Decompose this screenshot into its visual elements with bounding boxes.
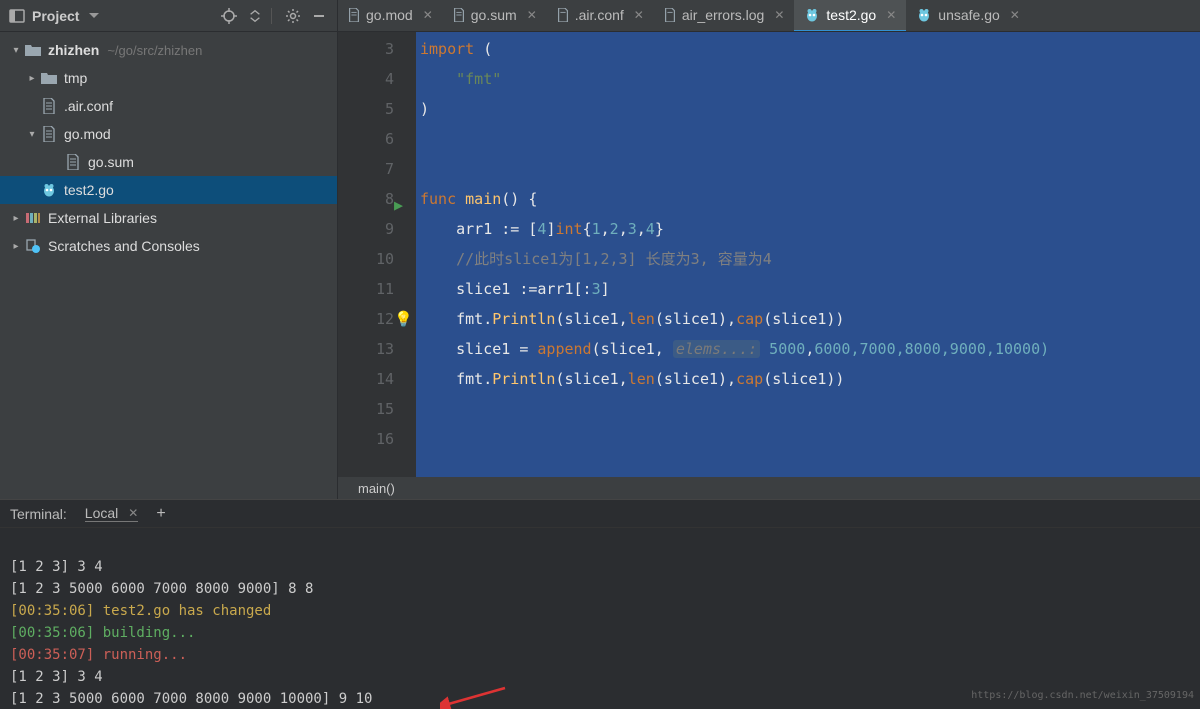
close-icon[interactable]: ✕ bbox=[128, 506, 138, 520]
tree-root[interactable]: ▾ zhizhen ~/go/src/zhizhen bbox=[0, 36, 337, 64]
chevron-right-icon[interactable]: ▸ bbox=[24, 73, 40, 84]
chevron-down-icon[interactable]: ▾ bbox=[8, 45, 24, 56]
code-editor[interactable]: 3 4 5 6 7 8▶ 9 10 11 12💡 13 14 15 16 imp… bbox=[338, 32, 1200, 477]
terminal-output[interactable]: [1 2 3] 3 4 [1 2 3 5000 6000 7000 8000 9… bbox=[0, 528, 1200, 709]
tab-go-mod[interactable]: go.mod✕ bbox=[338, 0, 443, 32]
file-icon bbox=[664, 8, 676, 22]
run-icon[interactable]: ▶ bbox=[394, 190, 403, 220]
close-icon[interactable]: ✕ bbox=[634, 8, 644, 22]
annotation-arrow-icon bbox=[440, 683, 510, 709]
tab-test2-go[interactable]: test2.go✕ bbox=[794, 0, 906, 32]
terminal-tab-local[interactable]: Local✕ bbox=[85, 505, 139, 522]
close-icon[interactable]: ✕ bbox=[886, 8, 896, 22]
tree-root-label: zhizhen bbox=[48, 42, 99, 58]
file-icon bbox=[453, 8, 465, 22]
tree-file-gomod[interactable]: ▾ go.mod bbox=[0, 120, 337, 148]
settings-icon[interactable] bbox=[283, 6, 303, 26]
code-content[interactable]: import ( "fmt") func main() { arr1 := [4… bbox=[416, 32, 1200, 477]
tree-file-gosum[interactable]: go.sum bbox=[0, 148, 337, 176]
sidebar-toolbar: Project bbox=[0, 0, 337, 32]
file-icon bbox=[557, 8, 569, 22]
tab-unsafe-go[interactable]: unsafe.go✕ bbox=[906, 0, 1030, 32]
locate-icon[interactable] bbox=[219, 6, 239, 26]
close-icon[interactable]: ✕ bbox=[527, 8, 537, 22]
lightbulb-icon[interactable]: 💡 bbox=[394, 304, 413, 334]
tree-external-libraries[interactable]: ▸ External Libraries bbox=[0, 204, 337, 232]
close-icon[interactable]: ✕ bbox=[1010, 8, 1020, 22]
tab-air-conf[interactable]: .air.conf✕ bbox=[547, 0, 654, 32]
project-tree: ▾ zhizhen ~/go/src/zhizhen ▸ tmp .air.co… bbox=[0, 32, 337, 499]
collapse-icon[interactable] bbox=[245, 6, 265, 26]
gopher-icon bbox=[916, 7, 932, 23]
terminal-panel: Terminal: Local✕ + [1 2 3] 3 4 [1 2 3 50… bbox=[0, 499, 1200, 709]
gutter: 3 4 5 6 7 8▶ 9 10 11 12💡 13 14 15 16 bbox=[338, 32, 416, 477]
close-icon[interactable]: ✕ bbox=[774, 8, 784, 22]
editor-area: go.mod✕ go.sum✕ .air.conf✕ air_errors.lo… bbox=[338, 0, 1200, 499]
chevron-down-icon[interactable]: ▾ bbox=[24, 129, 40, 140]
close-icon[interactable]: ✕ bbox=[423, 8, 433, 22]
chevron-down-icon[interactable] bbox=[89, 13, 99, 19]
project-sidebar: Project ▾ zhizhen ~/go/src/zhizhen ▸ tmp bbox=[0, 0, 338, 499]
tab-go-sum[interactable]: go.sum✕ bbox=[443, 0, 547, 32]
tree-scratches[interactable]: ▸ Scratches and Consoles bbox=[0, 232, 337, 260]
gopher-icon bbox=[804, 7, 820, 23]
tab-air-errors-log[interactable]: air_errors.log✕ bbox=[654, 0, 795, 32]
project-label[interactable]: Project bbox=[32, 8, 79, 24]
chevron-right-icon[interactable]: ▸ bbox=[8, 241, 24, 252]
chevron-right-icon[interactable]: ▸ bbox=[8, 213, 24, 224]
breadcrumb[interactable]: main() bbox=[338, 477, 1200, 499]
watermark: https://blog.csdn.net/weixin_37509194 bbox=[971, 685, 1194, 707]
tree-file-airconf[interactable]: .air.conf bbox=[0, 92, 337, 120]
tree-folder-tmp[interactable]: ▸ tmp bbox=[0, 64, 337, 92]
terminal-title: Terminal: bbox=[10, 506, 67, 522]
tree-root-path: ~/go/src/zhizhen bbox=[107, 43, 202, 58]
project-panel-icon bbox=[8, 7, 26, 25]
minimize-icon[interactable] bbox=[309, 6, 329, 26]
add-terminal-icon[interactable]: + bbox=[156, 505, 165, 523]
editor-tabs: go.mod✕ go.sum✕ .air.conf✕ air_errors.lo… bbox=[338, 0, 1200, 32]
file-icon bbox=[348, 8, 360, 22]
tree-file-test2[interactable]: test2.go bbox=[0, 176, 337, 204]
